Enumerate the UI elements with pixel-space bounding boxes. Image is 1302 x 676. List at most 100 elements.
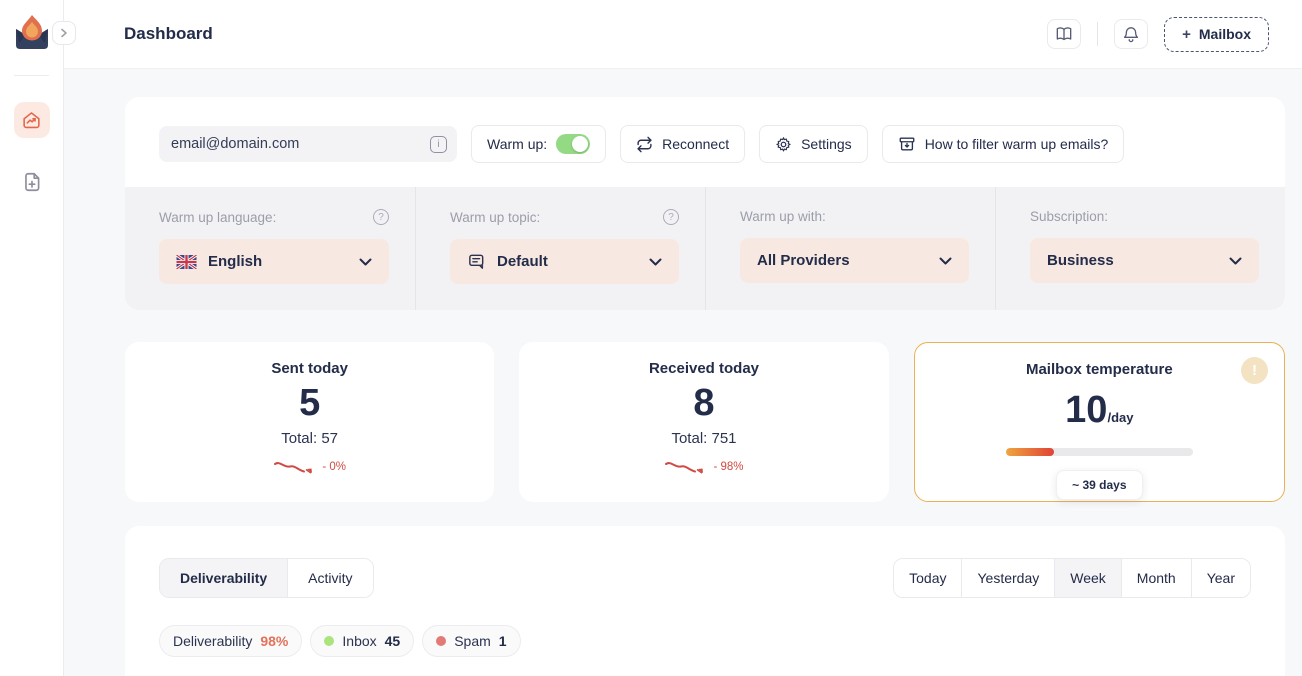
header: Dashboard + Mailbox <box>64 0 1302 69</box>
reconnect-button[interactable]: Reconnect <box>620 125 745 163</box>
legend-deliverability-value: 98% <box>260 633 288 649</box>
app-logo-flame-icon[interactable] <box>12 12 52 61</box>
help-icon[interactable]: ? <box>373 209 389 225</box>
trend-down-icon <box>664 459 708 475</box>
received-today-total: Total: 751 <box>519 430 888 447</box>
sidebar-item-add-document[interactable] <box>14 164 50 200</box>
charts-panel: Deliverability Activity Today Yesterday … <box>125 526 1285 676</box>
temperature-progress-track <box>1006 448 1193 456</box>
settings-button[interactable]: Settings <box>759 125 868 163</box>
warmup-toggle[interactable] <box>556 134 590 154</box>
document-plus-icon <box>21 171 43 193</box>
period-today[interactable]: Today <box>894 559 962 597</box>
mailbox-temperature-card: ! Mailbox temperature 10 /day ~ 39 days <box>914 342 1285 502</box>
config-row: i Warm up: Reconnect Se <box>125 97 1285 187</box>
period-month[interactable]: Month <box>1122 559 1192 597</box>
help-icon[interactable]: ? <box>663 209 679 225</box>
page-title: Dashboard <box>124 24 213 44</box>
days-left-badge: ~ 39 days <box>1056 470 1142 500</box>
warmup-topic-value: Default <box>497 253 638 270</box>
uk-flag-icon <box>176 255 197 269</box>
legend-row: Deliverability 98% Inbox 45 Spam 1 <box>159 625 1251 657</box>
warmup-language-select[interactable]: English <box>159 239 389 284</box>
subscription-value: Business <box>1047 252 1218 269</box>
how-to-filter-button[interactable]: How to filter warm up emails? <box>882 125 1125 163</box>
header-divider <box>1097 22 1098 46</box>
warmup-language-column: Warm up language: ? English <box>125 187 415 310</box>
email-input[interactable] <box>171 136 430 152</box>
sidebar-divider <box>14 75 49 76</box>
add-mailbox-label: Mailbox <box>1199 26 1251 42</box>
temperature-progress-fill <box>1006 448 1055 456</box>
info-icon[interactable]: i <box>430 136 447 153</box>
legend-inbox[interactable]: Inbox 45 <box>310 625 414 657</box>
sidebar-collapse-button[interactable] <box>52 21 76 45</box>
warmup-topic-select[interactable]: Default <box>450 239 679 284</box>
warmup-with-label: Warm up with: <box>740 209 826 224</box>
bell-icon <box>1123 26 1139 43</box>
email-field-wrapper: i <box>159 126 457 162</box>
sidebar-item-dashboard[interactable] <box>14 102 50 138</box>
add-mailbox-button[interactable]: + Mailbox <box>1164 17 1269 52</box>
chevron-down-icon <box>649 258 662 266</box>
sent-today-card: Sent today 5 Total: 57 - 0% <box>125 342 494 502</box>
subscription-label: Subscription: <box>1030 209 1108 224</box>
mailbox-config-card: i Warm up: Reconnect Se <box>125 97 1285 310</box>
chevron-down-icon <box>359 258 372 266</box>
warmup-with-select[interactable]: All Providers <box>740 238 969 283</box>
plus-icon: + <box>1182 26 1191 43</box>
sent-today-title: Sent today <box>125 360 494 377</box>
sync-icon <box>636 136 653 153</box>
legend-spam-label: Spam <box>454 633 491 649</box>
warmup-topic-column: Warm up topic: ? Default <box>415 187 705 310</box>
alert-icon[interactable]: ! <box>1241 357 1268 384</box>
legend-deliverability[interactable]: Deliverability 98% <box>159 625 302 657</box>
temperature-title: Mailbox temperature <box>915 361 1284 378</box>
legend-spam-value: 1 <box>499 633 507 649</box>
warmup-toggle-group: Warm up: <box>471 125 606 163</box>
settings-label: Settings <box>801 136 852 152</box>
received-today-trend: - 98% <box>713 461 743 473</box>
chat-icon <box>467 252 486 271</box>
docs-button[interactable] <box>1047 19 1081 49</box>
chevron-down-icon <box>939 257 952 265</box>
period-week[interactable]: Week <box>1055 559 1122 597</box>
period-yesterday[interactable]: Yesterday <box>962 559 1055 597</box>
warmup-toggle-label: Warm up: <box>487 136 547 152</box>
home-trend-icon <box>21 110 42 131</box>
sent-today-trend: - 0% <box>322 461 346 473</box>
warmup-topic-label: Warm up topic: <box>450 210 540 225</box>
spam-dot-icon <box>436 636 446 646</box>
toggle-knob <box>572 136 588 152</box>
subscription-column: Subscription: Business <box>995 187 1285 310</box>
legend-spam[interactable]: Spam 1 <box>422 625 520 657</box>
gear-icon <box>775 136 792 153</box>
reconnect-label: Reconnect <box>662 136 729 152</box>
chevron-right-icon <box>59 28 69 38</box>
notifications-button[interactable] <box>1114 19 1148 49</box>
warmup-language-label: Warm up language: <box>159 210 276 225</box>
sidebar <box>0 0 64 676</box>
warmup-with-column: Warm up with: All Providers <box>705 187 995 310</box>
header-actions: + Mailbox <box>1047 17 1269 52</box>
stats-row: Sent today 5 Total: 57 - 0% Received tod… <box>125 342 1285 502</box>
warmup-with-value: All Providers <box>757 252 928 269</box>
received-today-title: Received today <box>519 360 888 377</box>
main-content: i Warm up: Reconnect Se <box>64 69 1302 676</box>
how-to-filter-label: How to filter warm up emails? <box>925 136 1109 152</box>
subscription-select[interactable]: Business <box>1030 238 1259 283</box>
sent-today-total: Total: 57 <box>125 430 494 447</box>
inbox-dot-icon <box>324 636 334 646</box>
legend-inbox-label: Inbox <box>342 633 376 649</box>
archive-icon <box>898 135 916 153</box>
received-today-card: Received today 8 Total: 751 - 98% <box>519 342 888 502</box>
chart-tabs: Deliverability Activity <box>159 558 374 598</box>
period-year[interactable]: Year <box>1192 559 1250 597</box>
book-icon <box>1055 26 1073 42</box>
warmup-settings-section: Warm up language: ? English <box>125 187 1285 310</box>
warmup-language-value: English <box>208 253 348 270</box>
tab-activity[interactable]: Activity <box>288 559 372 597</box>
tab-deliverability[interactable]: Deliverability <box>160 559 288 597</box>
received-today-value: 8 <box>519 383 888 425</box>
period-selector: Today Yesterday Week Month Year <box>893 558 1251 598</box>
